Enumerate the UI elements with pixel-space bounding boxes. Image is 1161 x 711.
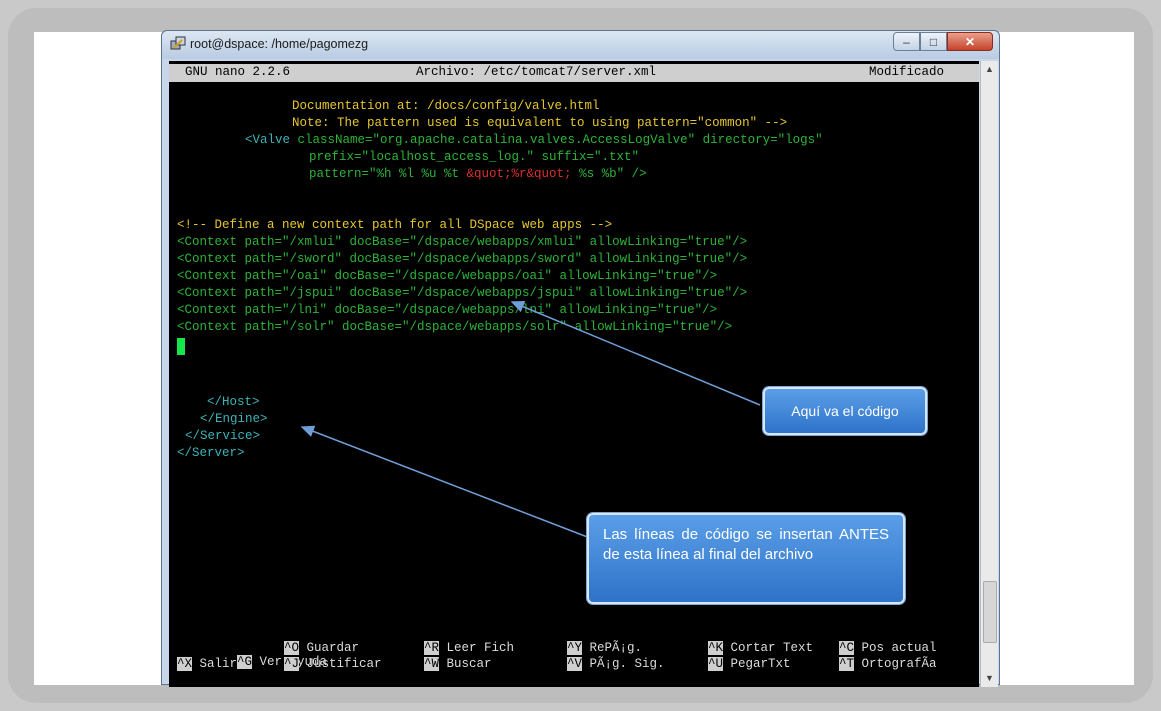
title-bar[interactable]: root@dspace: /home/pagomezg – □ ✕ bbox=[162, 31, 999, 59]
window-title: root@dspace: /home/pagomezg bbox=[190, 37, 369, 51]
callout-insert-before: Las líneas de código se insertan ANTES d… bbox=[587, 513, 905, 604]
shortcut-key[interactable]: ^X bbox=[177, 657, 193, 671]
shortcut-item: ^K Cortar Text bbox=[708, 641, 813, 655]
window-controls: – □ ✕ bbox=[893, 32, 993, 51]
shortcut-item: ^W Buscar bbox=[424, 657, 492, 671]
closing-tag-engine: </Engine> bbox=[200, 412, 268, 426]
nano-version: GNU nano 2.2.6 bbox=[185, 65, 291, 79]
shortcut-key[interactable]: ^C bbox=[839, 641, 855, 655]
shortcut-label: Cortar Text bbox=[730, 641, 814, 655]
vertical-scrollbar[interactable]: ▲ ▼ bbox=[980, 61, 998, 687]
shortcut-item: ^U PegarTxt bbox=[708, 657, 791, 671]
shortcut-key[interactable]: ^K bbox=[708, 641, 724, 655]
maximize-icon: □ bbox=[929, 34, 938, 49]
closing-tag-host: </Host> bbox=[207, 395, 260, 409]
shortcut-key[interactable]: ^O bbox=[284, 641, 300, 655]
shortcut-label: OrtografÃ­a bbox=[861, 657, 937, 671]
putty-icon bbox=[170, 36, 186, 50]
closing-tag-server: </Server> bbox=[177, 446, 245, 460]
context-line: <Context path="/lni" docBase="/dspace/we… bbox=[177, 303, 718, 317]
nano-header: GNU nano 2.2.6 Archivo: /etc/tomcat7/ser… bbox=[169, 64, 979, 82]
close-icon: ✕ bbox=[964, 34, 976, 49]
scroll-down-icon[interactable]: ▼ bbox=[981, 670, 998, 687]
shortcut-key[interactable]: ^Y bbox=[567, 641, 583, 655]
shortcut-label: PÃ¡g. Sig. bbox=[589, 657, 665, 671]
valve-tag: <Valve bbox=[245, 133, 298, 147]
shortcut-label: Justificar bbox=[306, 657, 382, 671]
maximize-button[interactable]: □ bbox=[920, 32, 947, 51]
shortcut-label: RePÃ¡g. bbox=[589, 641, 643, 655]
shortcut-label: Salir bbox=[199, 657, 238, 671]
shortcut-key[interactable]: ^T bbox=[839, 657, 855, 671]
pattern-start: pattern="%h %l %u %t bbox=[309, 167, 467, 181]
scroll-thumb[interactable] bbox=[983, 581, 997, 643]
minimize-icon: – bbox=[903, 34, 910, 49]
context-line: <Context path="/xmlui" docBase="/dspace/… bbox=[177, 235, 748, 249]
shortcut-key[interactable]: ^R bbox=[424, 641, 440, 655]
context-line: <Context path="/oai" docBase="/dspace/we… bbox=[177, 269, 718, 283]
close-button[interactable]: ✕ bbox=[947, 32, 993, 51]
code-line: pattern="%h %l %u %t &quot;%r&quot; %s %… bbox=[309, 167, 647, 181]
code-line: Documentation at: /docs/config/valve.htm… bbox=[292, 99, 600, 113]
pattern-quot: &quot;%r&quot; bbox=[466, 167, 572, 181]
shortcut-label: Pos actual bbox=[861, 641, 937, 655]
shortcut-key[interactable]: ^W bbox=[424, 657, 440, 671]
shortcut-item: ^X Salir bbox=[177, 657, 237, 671]
code-comment: <!-- Define a new context path for all D… bbox=[177, 218, 613, 232]
pattern-end: %s %b" /> bbox=[571, 167, 647, 181]
closing-tag-service: </Service> bbox=[185, 429, 261, 443]
shortcut-item: ^Y RePÃ¡g. bbox=[567, 641, 642, 655]
nano-status: Modificado bbox=[869, 65, 945, 79]
shortcut-label: PegarTxt bbox=[730, 657, 791, 671]
valve-attrs: className="org.apache.catalina.valves.Ac… bbox=[297, 133, 823, 147]
scroll-up-icon[interactable]: ▲ bbox=[981, 61, 998, 78]
context-line: <Context path="/jspui" docBase="/dspace/… bbox=[177, 286, 748, 300]
shortcut-item: ^R Leer Fich bbox=[424, 641, 514, 655]
context-line: <Context path="/sword" docBase="/dspace/… bbox=[177, 252, 748, 266]
shortcut-label: Leer Fich bbox=[446, 641, 515, 655]
shortcut-label: Buscar bbox=[446, 657, 492, 671]
shortcut-item: ^J Justificar bbox=[284, 657, 382, 671]
text-cursor bbox=[177, 338, 185, 355]
shortcut-item: ^C Pos actual bbox=[839, 641, 937, 655]
shortcut-item: ^O Guardar bbox=[284, 641, 359, 655]
minimize-button[interactable]: – bbox=[893, 32, 920, 51]
shortcut-label: Guardar bbox=[306, 641, 360, 655]
shortcut-key[interactable]: ^V bbox=[567, 657, 583, 671]
shortcut-key[interactable]: ^U bbox=[708, 657, 724, 671]
context-line: <Context path="/solr" docBase="/dspace/w… bbox=[177, 320, 733, 334]
code-line: prefix="localhost_access_log." suffix=".… bbox=[309, 150, 640, 164]
callout-text: Las líneas de código se insertan ANTES d… bbox=[603, 526, 889, 563]
code-line: Note: The pattern used is equivalent to … bbox=[292, 116, 788, 130]
shortcut-item: ^V PÃ¡g. Sig. bbox=[567, 657, 665, 671]
nano-filename: Archivo: /etc/tomcat7/server.xml bbox=[416, 65, 657, 79]
shortcut-item: ^T OrtografÃ­a bbox=[839, 657, 937, 671]
code-line: <Valve className="org.apache.catalina.va… bbox=[245, 133, 823, 147]
shortcut-key[interactable]: ^J bbox=[284, 657, 300, 671]
callout-text: Aquí va el código bbox=[791, 403, 899, 419]
callout-code-here: Aquí va el código bbox=[763, 387, 927, 435]
shortcut-key[interactable]: ^G bbox=[237, 655, 253, 669]
